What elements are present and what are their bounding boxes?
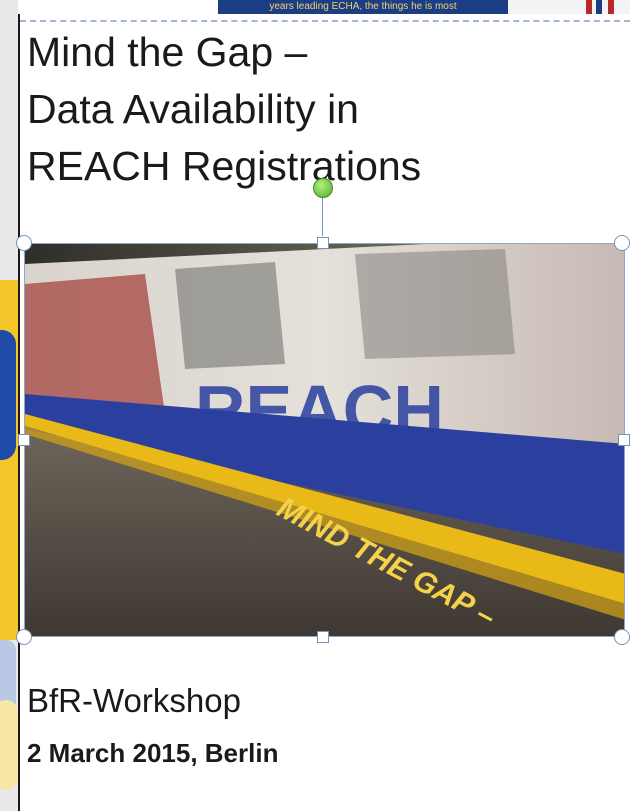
background-slide-strip: [0, 0, 18, 811]
resize-handle-top-left[interactable]: [16, 235, 32, 251]
resize-handle-bottom-left[interactable]: [16, 629, 32, 645]
resize-handle-top-right[interactable]: [614, 235, 630, 251]
background-blue-shape: [0, 330, 16, 460]
slide-subtitle[interactable]: BfR-Workshop: [27, 682, 241, 720]
resize-handle-bottom-right[interactable]: [614, 629, 630, 645]
slide-image[interactable]: REACH MIND THE GAP –: [24, 243, 625, 637]
background-cream-shape: [0, 700, 18, 790]
title-line-2: Data Availability in: [27, 86, 359, 132]
top-right-art: [508, 0, 630, 14]
resize-handle-bottom[interactable]: [317, 631, 329, 643]
title-line-1: Mind the Gap –: [27, 29, 308, 75]
rotate-handle-icon[interactable]: [313, 178, 333, 198]
top-banner: years leading ECHA, the things he is mos…: [218, 0, 508, 14]
placeholder-dashed-border: [20, 20, 630, 22]
resize-handle-left[interactable]: [18, 434, 30, 446]
resize-handle-top[interactable]: [317, 237, 329, 249]
title-line-3: REACH Registrations: [27, 143, 422, 189]
slide-date-location[interactable]: 2 March 2015, Berlin: [27, 738, 278, 769]
resize-handle-right[interactable]: [618, 434, 630, 446]
slide-title[interactable]: Mind the Gap – Data Availability in REAC…: [27, 24, 587, 195]
rotate-connector: [322, 192, 323, 236]
train-text: REACH: [195, 371, 444, 449]
train-photo: REACH MIND THE GAP –: [25, 244, 624, 636]
